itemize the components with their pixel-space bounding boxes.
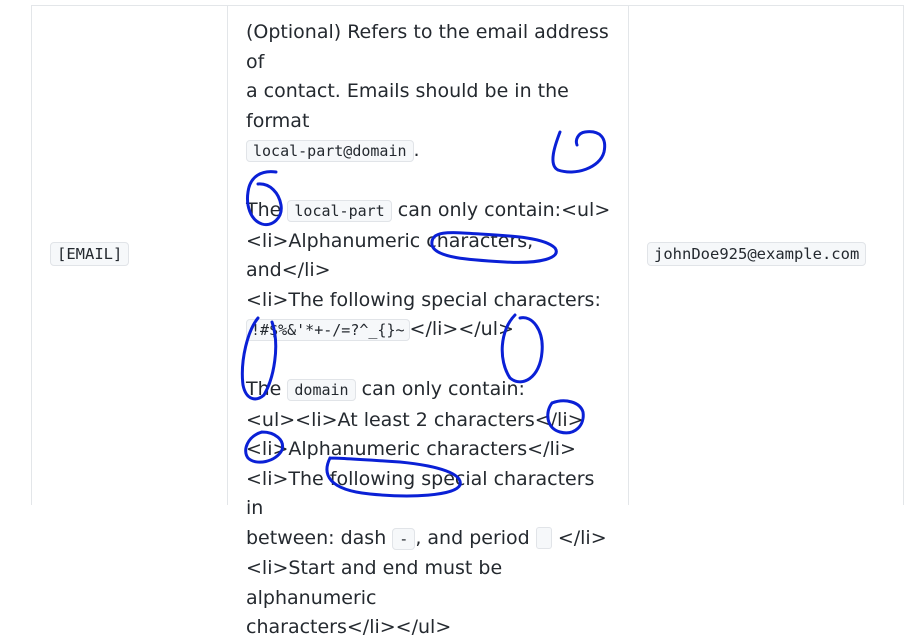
desc-text: The xyxy=(246,199,282,221)
desc-line: <li>The following special characters: xyxy=(246,288,601,311)
example-value: johnDoe925@example.com xyxy=(647,242,867,266)
desc-line: !#$%&'*+-/=?^_{}~ </li></ul> xyxy=(246,315,616,346)
dash-code: - xyxy=(392,527,416,550)
special-chars-code: !#$%&'*+-/=?^_{}~ xyxy=(246,319,410,341)
desc-line: between: dash -, and period </li> xyxy=(246,524,616,555)
desc-line: <li>Start and end must be alphanumeric xyxy=(246,557,503,609)
desc-line: The domain can only contain: xyxy=(246,375,616,406)
desc-line: <li>Alphanumeric characters, and</li> xyxy=(246,229,534,282)
desc-text: between: dash xyxy=(246,526,387,549)
parameter-table: [EMAIL] johnDoe925@example.com (Optional… xyxy=(0,0,913,638)
description-text: (Optional) Refers to the email address o… xyxy=(246,18,616,643)
desc-text: , and period xyxy=(415,526,530,549)
desc-text: . xyxy=(413,139,420,161)
domain-code: domain xyxy=(287,379,356,401)
desc-line: characters</li></ul> xyxy=(246,616,452,638)
desc-line: a contact. Emails should be in the forma… xyxy=(246,80,569,132)
desc-line: (Optional) Refers to the email address o… xyxy=(246,21,609,73)
desc-text: </li> xyxy=(557,526,607,549)
desc-line: The local-part can only contain:<ul> xyxy=(246,196,616,227)
desc-text: </li></ul> xyxy=(409,318,514,340)
parameter-name: [EMAIL] xyxy=(50,242,130,266)
local-part-code: local-part xyxy=(287,200,392,222)
period-code-blank xyxy=(535,527,552,549)
desc-line: local-part@domain. xyxy=(246,136,616,167)
format-code: local-part@domain xyxy=(246,140,414,162)
desc-line: <li>Alphanumeric characters</li> xyxy=(246,438,576,460)
desc-text: The xyxy=(246,378,282,400)
desc-line: <li>The following special characters in xyxy=(246,467,595,520)
desc-line: <ul><li>At least 2 characters</li> xyxy=(246,408,584,431)
desc-text: can only contain:<ul> xyxy=(397,199,611,221)
desc-text: can only contain: xyxy=(361,378,525,400)
